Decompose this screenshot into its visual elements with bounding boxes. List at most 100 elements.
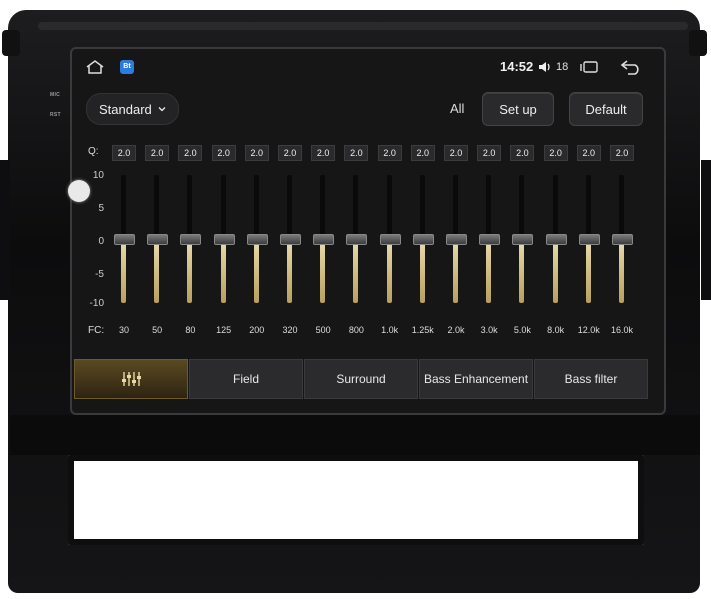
mount-ear-right (689, 30, 707, 56)
band-slider-knob[interactable] (479, 234, 501, 245)
eq-tab-bar: Field Surround Bass Enhancement Bass filter (72, 359, 664, 401)
band-slider-knob[interactable] (114, 234, 135, 245)
chevron-down-icon (158, 107, 166, 112)
eq-toolbar: Standard All Set up Default (72, 91, 664, 127)
q-value-box[interactable]: 2.0 (576, 145, 601, 161)
eq-band: 2.0 500 (310, 145, 336, 345)
equalizer-icon (122, 372, 141, 386)
band-slider-fill (585, 239, 591, 303)
band-slider-fill (220, 239, 226, 303)
setup-button[interactable]: Set up (482, 92, 554, 126)
q-value-box[interactable]: 2.0 (244, 145, 269, 161)
status-bar: Bt 14:52 18 (72, 49, 664, 85)
clock: 14:52 (500, 59, 534, 74)
assistive-touch-button[interactable] (68, 180, 90, 202)
q-value-box[interactable]: 2.0 (178, 145, 203, 161)
band-slider-knob[interactable] (180, 234, 202, 245)
scale-label: 5 (98, 203, 104, 214)
tab-label: Field (232, 372, 259, 386)
tab-label: Bass Enhancement (423, 372, 529, 386)
scale-label: 10 (92, 170, 104, 181)
scale-label: -10 (89, 298, 104, 309)
q-value-box[interactable]: 2.0 (311, 145, 336, 161)
q-row-label: Q: (88, 146, 99, 157)
band-slider-knob[interactable] (578, 234, 600, 245)
eq-band: 2.0 320 (277, 145, 303, 345)
band-slider-knob[interactable] (346, 234, 368, 245)
band-slider-fill (287, 239, 292, 303)
q-value-box[interactable]: 2.0 (112, 145, 136, 161)
eq-band: 2.0 200 (244, 145, 270, 345)
band-slider-fill (619, 239, 624, 303)
q-value-box[interactable]: 2.0 (145, 145, 170, 161)
q-value-box[interactable]: 2.0 (610, 145, 634, 161)
band-slider-fill (419, 239, 425, 303)
fc-label: 16.0k (610, 325, 634, 335)
band-slider-fill (552, 239, 558, 303)
band-slider-knob[interactable] (446, 234, 467, 245)
band-slider-fill (353, 239, 359, 303)
volume-level: 18 (556, 61, 569, 73)
band-slider-knob[interactable] (280, 234, 301, 245)
q-value-box[interactable]: 2.0 (543, 145, 568, 161)
tab-label: Surround (336, 372, 386, 386)
side-bracket-right (701, 160, 711, 300)
band-slider-knob[interactable] (313, 234, 335, 245)
back-icon[interactable] (620, 59, 642, 75)
band-slider-knob[interactable] (612, 234, 633, 245)
volume-icon[interactable] (538, 60, 552, 74)
eq-band: 2.0 12.0k (576, 145, 602, 345)
q-value-box[interactable]: 2.0 (444, 145, 468, 161)
band-slider-fill (187, 239, 193, 303)
rst-button[interactable]: RST (50, 112, 61, 118)
tab-bass-filter[interactable]: Bass filter (534, 359, 648, 399)
tab-bass-enhancement[interactable]: Bass Enhancement (419, 359, 533, 399)
tab-field[interactable]: Field (189, 359, 303, 399)
scale-label: 0 (98, 236, 104, 247)
vent-cutout (68, 455, 644, 545)
lower-bracket (10, 415, 700, 455)
q-value-box[interactable]: 2.0 (477, 145, 502, 161)
q-value-box[interactable]: 2.0 (377, 145, 402, 161)
band-slider-knob[interactable] (379, 234, 401, 245)
tab-equalizer[interactable] (74, 359, 188, 399)
q-value-box[interactable]: 2.0 (410, 145, 435, 161)
eq-band: 2.0 125 (211, 145, 237, 345)
eq-band: 2.0 3.0k (476, 145, 502, 345)
band-slider-knob[interactable] (213, 234, 235, 245)
mic-label: MIC (50, 92, 61, 98)
screen: Bt 14:52 18 Standard All Set up Default … (70, 47, 666, 415)
band-slider-fill (519, 239, 525, 303)
recent-apps-icon[interactable] (580, 61, 598, 73)
band-slider-knob[interactable] (512, 234, 534, 245)
band-slider-knob[interactable] (246, 234, 268, 245)
all-toggle[interactable]: All (450, 101, 464, 116)
band-slider-fill (121, 239, 126, 303)
band-slider-knob[interactable] (147, 234, 169, 245)
bluetooth-app-icon[interactable]: Bt (120, 60, 134, 74)
band-slider-knob[interactable] (545, 234, 567, 245)
preset-dropdown[interactable]: Standard (86, 93, 179, 125)
band-slider-fill (453, 239, 458, 303)
q-value-box[interactable]: 2.0 (510, 145, 535, 161)
eq-band: 2.0 1.0k (377, 145, 403, 345)
scale-label: -5 (95, 269, 104, 280)
band-slider-fill (386, 239, 392, 303)
eq-band: 2.0 16.0k (609, 145, 635, 345)
q-value-box[interactable]: 2.0 (344, 145, 369, 161)
fc-row-label: FC: (88, 325, 105, 336)
band-slider-fill (154, 239, 160, 303)
tab-surround[interactable]: Surround (304, 359, 418, 399)
eq-band: 2.0 2.0k (443, 145, 469, 345)
home-icon[interactable] (86, 60, 104, 74)
band-slider-fill (486, 239, 492, 303)
eq-band: 2.0 80 (177, 145, 203, 345)
default-button[interactable]: Default (569, 92, 643, 126)
q-value-box[interactable]: 2.0 (278, 145, 302, 161)
mount-ear-left (2, 30, 20, 56)
equalizer-panel: Q: FC: 10 5 0 -5 -10 2.0 30 2.0 50 2.0 80 2.0 1… (72, 145, 664, 345)
q-value-box[interactable]: 2.0 (211, 145, 236, 161)
band-slider-knob[interactable] (412, 234, 434, 245)
band-slider-fill (320, 239, 326, 303)
preset-value: Standard (99, 101, 152, 117)
